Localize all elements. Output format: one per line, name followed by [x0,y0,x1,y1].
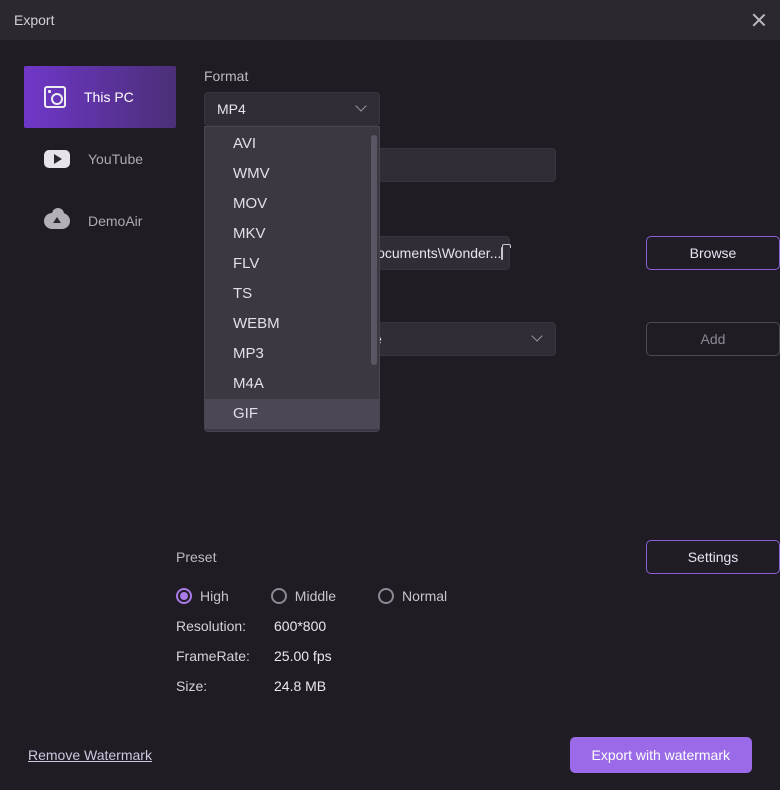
format-option-avi[interactable]: AVI [205,129,379,159]
window-title: Export [14,12,54,28]
format-option-gif[interactable]: GIF [205,399,379,429]
folder-icon [501,247,503,260]
footer: Remove Watermark Export with watermark [0,720,780,790]
project-name-input[interactable] [354,148,556,182]
chevron-down-icon [357,104,367,114]
framerate-value: 25.00 fps [274,648,332,664]
sidebar-item-this-pc[interactable]: This PC [24,66,176,128]
format-select[interactable]: MP4 [204,92,380,126]
sidebar-item-demoair[interactable]: DemoAir [24,190,176,252]
format-selected-value: MP4 [217,101,246,117]
thumbnail-select[interactable]: ve [354,322,556,356]
export-button-label: Export with watermark [592,747,730,763]
sidebar: This PC YouTube DemoAir [0,40,176,720]
format-option-webm[interactable]: WEBM [205,309,379,339]
add-button-label: Add [701,331,726,347]
close-icon[interactable] [752,13,766,27]
format-option-wmv[interactable]: WMV [205,159,379,189]
sidebar-item-label: YouTube [88,151,143,167]
save-path-value: Documents\Wonder... [367,245,501,261]
resolution-value: 600*800 [274,618,326,634]
preset-radio-label: High [200,588,229,604]
radio-dot-icon [176,588,192,604]
preset-radio-label: Normal [402,588,447,604]
chevron-down-icon [533,334,543,344]
preset-label: Preset [176,549,216,565]
youtube-icon [44,150,70,168]
settings-button[interactable]: Settings [646,540,780,574]
cloud-upload-icon [44,213,70,229]
sidebar-item-youtube[interactable]: YouTube [24,128,176,190]
framerate-key: FrameRate: [176,648,256,664]
format-option-m4a[interactable]: M4A [205,369,379,399]
resolution-key: Resolution: [176,618,256,634]
browse-button[interactable]: Browse [646,236,780,270]
format-option-mkv[interactable]: MKV [205,219,379,249]
dropdown-scrollbar-thumb[interactable] [371,135,377,365]
preset-radio-high[interactable]: High [176,588,229,604]
size-key: Size: [176,678,256,694]
format-label: Format [204,68,752,84]
main-area: This PC YouTube DemoAir Format MP4 AVI W… [0,40,780,720]
pc-icon [44,86,66,108]
preset-radio-normal[interactable]: Normal [378,588,447,604]
format-option-mp3[interactable]: MP3 [205,339,379,369]
format-option-ts[interactable]: TS [205,279,379,309]
sidebar-item-label: DemoAir [88,213,142,229]
content-panel: Format MP4 AVI WMV MOV MKV FLV TS WEBM M… [176,40,780,720]
remove-watermark-link[interactable]: Remove Watermark [28,747,152,763]
export-with-watermark-button[interactable]: Export with watermark [570,737,752,773]
radio-dot-icon [271,588,287,604]
settings-button-label: Settings [688,549,739,565]
preset-radio-middle[interactable]: Middle [271,588,336,604]
radio-dot-icon [378,588,394,604]
sidebar-item-label: This PC [84,89,134,105]
size-value: 24.8 MB [274,678,326,694]
browse-button-label: Browse [690,245,737,261]
preset-radio-label: Middle [295,588,336,604]
format-option-flv[interactable]: FLV [205,249,379,279]
format-option-mov[interactable]: MOV [205,189,379,219]
add-button[interactable]: Add [646,322,780,356]
format-dropdown: AVI WMV MOV MKV FLV TS WEBM MP3 M4A GIF [204,126,380,432]
titlebar: Export [0,0,780,40]
